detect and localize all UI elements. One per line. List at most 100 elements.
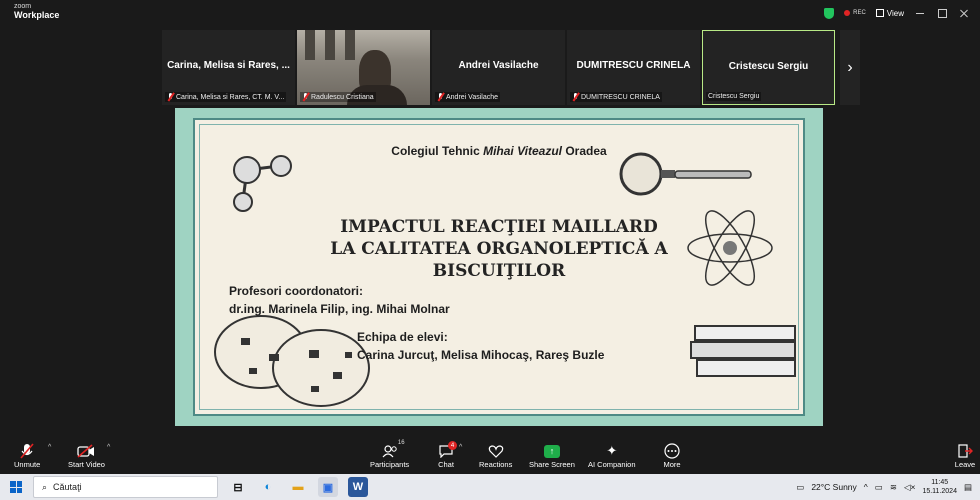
leave-label: Leave — [954, 460, 976, 469]
participants-count: 16 — [397, 440, 405, 446]
books-icon — [690, 325, 796, 377]
chevron-right-icon: › — [847, 58, 853, 76]
shared-screen: Colegiul Tehnic Mihai Viteazul Oradea IM… — [175, 108, 823, 426]
unmute-button[interactable]: Unmute — [14, 442, 40, 469]
mic-muted-icon — [572, 93, 579, 101]
close-icon[interactable] — [958, 7, 970, 19]
brand-big: Workplace — [14, 10, 60, 20]
volume-muted-icon[interactable]: ◁× — [904, 482, 916, 493]
participant-tile-active[interactable]: Cristescu Sergiu Cristescu Sergiu — [702, 30, 835, 105]
share-screen-button[interactable]: ↑ Share Screen — [529, 442, 575, 469]
molecule-icon — [233, 155, 292, 212]
chat-button[interactable]: 4 Chat — [435, 441, 457, 469]
participant-label: Carina, Melisa si Rares, CT. M. V... — [165, 92, 287, 102]
clock-date: 15.11.2024 — [922, 488, 957, 495]
participant-tile-name: DUMITRESCU CRINELA — [576, 60, 691, 71]
participants-icon: 16 — [379, 440, 405, 460]
school-suffix: Oradea — [565, 144, 607, 158]
edge-icon[interactable]: ◐ — [258, 477, 278, 497]
sparkle-icon: ✦ — [606, 443, 618, 458]
participants-button[interactable]: 16 Participants — [370, 440, 410, 469]
participant-label: DUMITRESCU CRINELA — [570, 92, 662, 102]
record-dot-icon — [844, 10, 851, 16]
start-video-label: Start Video — [68, 460, 105, 469]
school-italic: Mihai Viteazul — [483, 144, 562, 158]
slide-title: IMPACTUL REACŢIEI MAILLARD LA CALITATEA … — [235, 216, 763, 282]
windows-taskbar: ⌕ Căutaţi ⊟ ◐ ▬ ▣ W ▭ 22°C Sunny ^ ▭ ≋ ◁… — [0, 474, 980, 500]
taskbar-search[interactable]: ⌕ Căutaţi — [33, 476, 218, 498]
clock-time: 11:45 — [931, 479, 949, 486]
coordinators-names: dr.ing. Marinela Filip, ing. Mihai Molna… — [229, 302, 450, 316]
chat-badge: 4 — [448, 441, 457, 450]
title-bar: zoom Workplace REC View — [0, 0, 980, 28]
mic-muted-icon — [16, 442, 38, 460]
participant-label: Cristescu Sergiu — [706, 92, 762, 101]
recording-indicator[interactable]: REC — [844, 10, 866, 16]
file-explorer-icon[interactable]: ▬ — [288, 477, 308, 497]
chevron-up-icon[interactable]: ^ — [48, 444, 51, 451]
ai-companion-button[interactable]: ✦ AI Companion — [588, 442, 636, 469]
maximize-icon[interactable] — [936, 7, 948, 19]
participant-tile[interactable]: Carina, Melisa si Rares, ... Carina, Mel… — [162, 30, 295, 105]
unmute-label: Unmute — [14, 460, 41, 469]
participants-label: Participants — [370, 460, 410, 469]
participant-label: Radulescu Cristiana — [300, 92, 376, 102]
brand-small: zoom — [14, 3, 32, 10]
system-tray: ▭ 22°C Sunny ^ ▭ ≋ ◁× 11:45 15.11.2024 ▤ — [796, 477, 972, 497]
rec-label: REC — [853, 10, 866, 16]
school-prefix: Colegiul Tehnic — [391, 144, 480, 158]
mic-muted-icon — [167, 93, 174, 101]
team-names: Carina Jurcuţ, Melisa Mihocaş, Rareş Buz… — [357, 348, 605, 362]
hidden-icons-chevron-icon[interactable]: ^ — [864, 482, 868, 492]
participant-label-text: Cristescu Sergiu — [708, 93, 760, 100]
more-icon — [661, 442, 683, 460]
slide-title-line: IMPACTUL REACŢIEI MAILLARD — [340, 217, 658, 237]
video-background — [305, 30, 315, 60]
participant-strip: Carina, Melisa si Rares, ... Carina, Mel… — [162, 30, 835, 105]
magnifier-icon — [619, 152, 752, 196]
participant-label-text: DUMITRESCU CRINELA — [581, 93, 660, 101]
weather-text[interactable]: 22°C Sunny — [811, 482, 856, 492]
view-button[interactable]: View — [875, 8, 904, 18]
leave-button[interactable]: Leave — [954, 442, 976, 469]
meeting-toolbar: Unmute ^ Start Video ^ 16 Participants 4… — [0, 440, 980, 474]
more-button[interactable]: More — [661, 442, 683, 469]
participant-tile-name: Cristescu Sergiu — [728, 61, 809, 72]
zoom-window: zoom Workplace REC View Carina, Melisa s… — [0, 0, 980, 500]
task-view-icon[interactable]: ⊟ — [228, 477, 248, 497]
zoom-app-icon[interactable]: ▣ — [318, 477, 338, 497]
slide-title-line: BISCUIŢILOR — [432, 261, 566, 281]
participant-label: Andrei Vasilache — [435, 92, 501, 102]
search-placeholder: Căutaţi — [53, 482, 82, 492]
taskbar-clock[interactable]: 11:45 15.11.2024 — [922, 478, 957, 496]
participant-label-text: Carina, Melisa si Rares, CT. M. V... — [176, 93, 285, 101]
ai-companion-label: AI Companion — [588, 460, 636, 469]
participant-label-text: Radulescu Cristiana — [311, 93, 374, 101]
participant-tile-video[interactable]: Radulescu Cristiana — [297, 30, 430, 105]
reactions-label: Reactions — [479, 460, 513, 469]
start-video-button[interactable]: Start Video — [68, 442, 105, 469]
chat-icon: 4 — [435, 441, 457, 460]
mic-muted-icon — [437, 93, 444, 101]
taskbar-apps: ⊟ ◐ ▬ ▣ W — [228, 477, 368, 497]
chevron-up-icon[interactable]: ^ — [459, 444, 462, 451]
team-label: Echipa de elevi: — [357, 330, 448, 344]
reactions-button[interactable]: Reactions — [479, 442, 512, 469]
minimize-icon[interactable] — [914, 7, 926, 19]
next-page-button[interactable]: › — [840, 30, 860, 105]
chevron-up-icon[interactable]: ^ — [107, 444, 110, 451]
wifi-icon[interactable]: ≋ — [890, 482, 897, 493]
weather-icon: ▭ — [796, 481, 805, 492]
more-label: More — [663, 460, 681, 469]
share-screen-label: Share Screen — [529, 460, 575, 469]
notification-icon[interactable]: ▤ — [964, 482, 972, 493]
shield-icon[interactable] — [824, 7, 835, 19]
view-label: View — [886, 8, 904, 18]
participant-tile[interactable]: Andrei Vasilache Andrei Vasilache — [432, 30, 565, 105]
zoom-logo: zoom Workplace — [14, 3, 59, 20]
battery-icon[interactable]: ▭ — [875, 482, 883, 493]
participant-label-text: Andrei Vasilache — [446, 93, 499, 101]
windows-start-icon[interactable] — [10, 481, 22, 493]
participant-tile[interactable]: DUMITRESCU CRINELA DUMITRESCU CRINELA — [567, 30, 700, 105]
word-icon[interactable]: W — [348, 477, 368, 497]
